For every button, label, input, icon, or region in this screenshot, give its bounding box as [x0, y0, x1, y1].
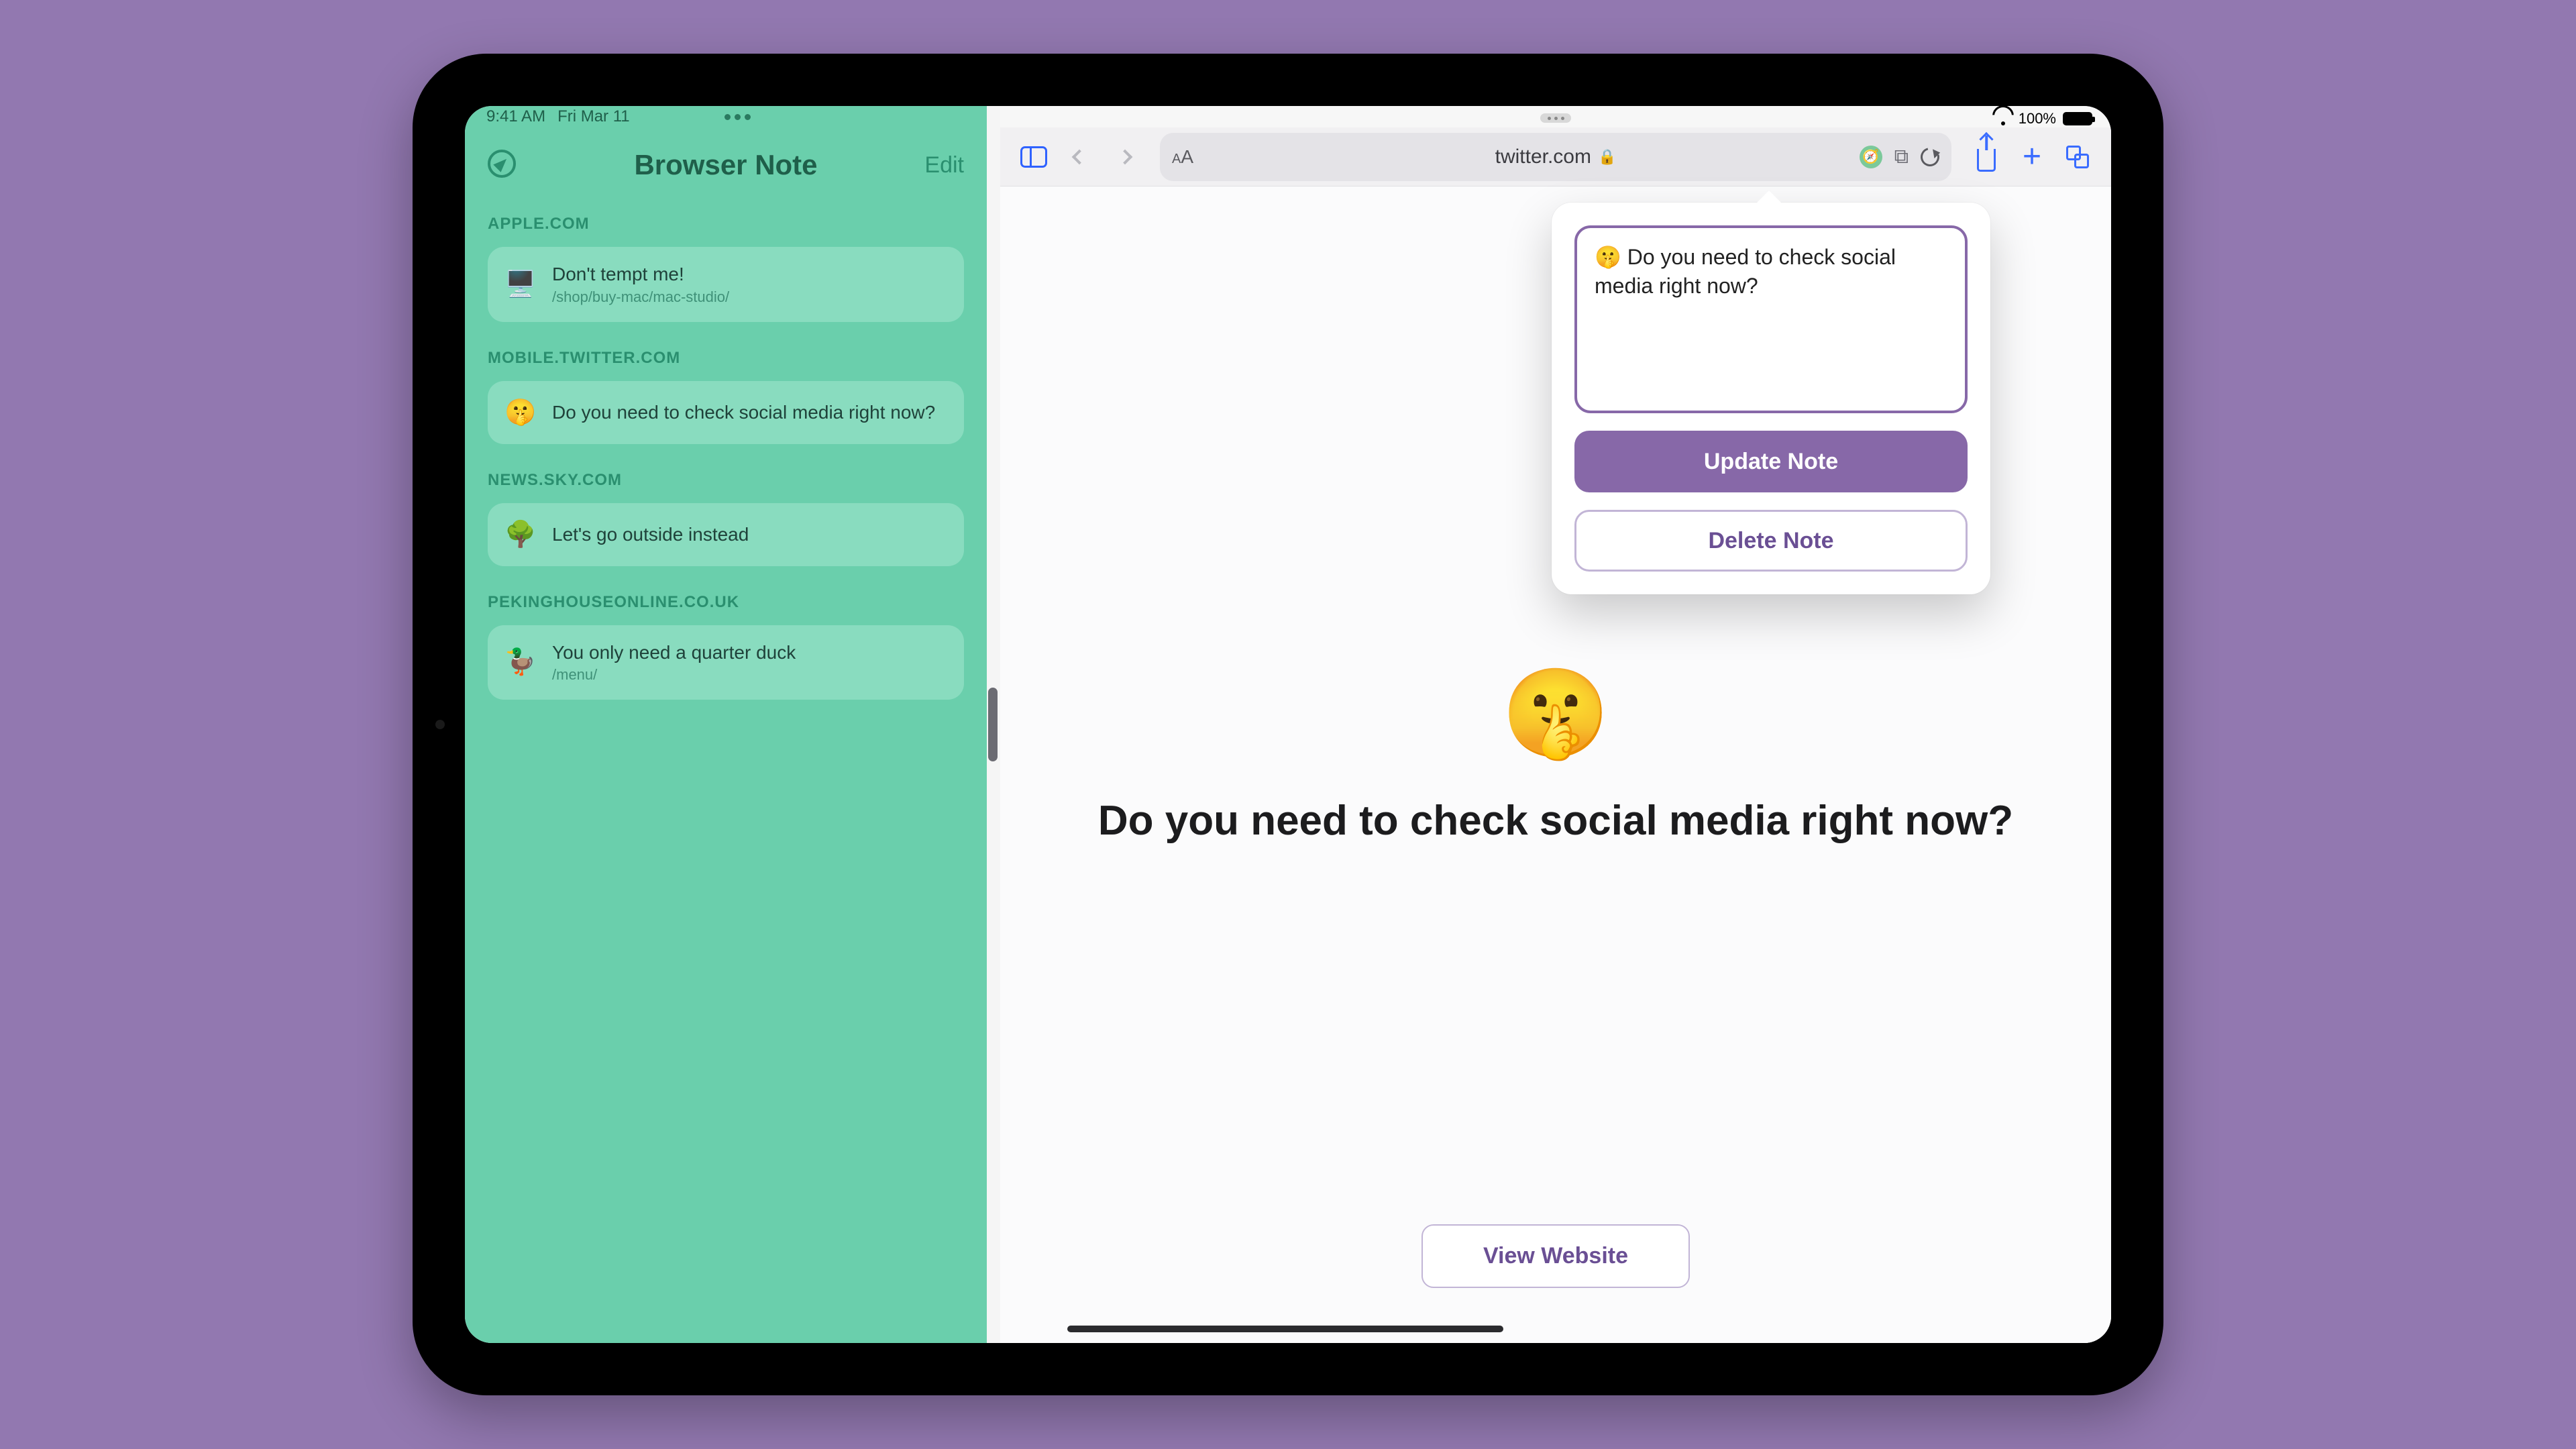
- app-header: Browser Note Edit: [465, 125, 987, 195]
- note-emoji-icon: 🌳: [505, 519, 536, 550]
- section-header: PEKINGHOUSEONLINE.CO.UK: [488, 593, 964, 612]
- section-header: NEWS.SKY.COM: [488, 471, 964, 490]
- note-textarea[interactable]: [1574, 225, 1968, 413]
- sidebar-toggle-icon: [1020, 146, 1047, 168]
- url-bar[interactable]: AA twitter.com 🔒 🧭 ⧉: [1160, 133, 1951, 181]
- lock-icon: 🔒: [1598, 148, 1616, 166]
- app-compass-icon[interactable]: [488, 150, 516, 178]
- note-card[interactable]: 🤫 Do you need to check social media righ…: [488, 381, 964, 444]
- note-title: You only need a quarter duck: [552, 641, 796, 664]
- page-headline: Do you need to check social media right …: [1098, 797, 2013, 845]
- plus-icon: +: [2023, 141, 2041, 173]
- status-date: Fri Mar 11: [557, 107, 630, 126]
- share-icon: [1977, 149, 1996, 172]
- chevron-left-icon: [1072, 149, 1087, 164]
- notes-list: APPLE.COM 🖥️ Don't tempt me! /shop/buy-m…: [465, 195, 987, 705]
- page-emoji-icon: 🤫: [1501, 669, 1610, 757]
- url-text: twitter.com 🔒: [1495, 146, 1617, 168]
- chevron-right-icon: [1118, 149, 1133, 164]
- status-bar-right: 100%: [1000, 106, 2111, 127]
- safari-browser: 100% AA twitter.com 🔒: [1000, 106, 2111, 1343]
- multitasking-dots-icon[interactable]: [1540, 113, 1571, 123]
- note-emoji-icon: 🦆: [505, 647, 536, 678]
- edit-button[interactable]: Edit: [910, 152, 964, 178]
- note-card[interactable]: 🌳 Let's go outside instead: [488, 503, 964, 566]
- browser-note-app: 9:41 AM Fri Mar 11 Browser Note Edit APP…: [465, 106, 987, 1343]
- home-indicator[interactable]: [1067, 1326, 1503, 1332]
- battery-icon: [2063, 112, 2092, 125]
- sidebar-toggle-button[interactable]: [1015, 138, 1053, 176]
- note-emoji-icon: 🖥️: [505, 269, 536, 300]
- section-header: APPLE.COM: [488, 215, 964, 233]
- safari-page-content: 🤫 Do you need to check social media righ…: [1000, 186, 2111, 1343]
- battery-percentage: 100%: [2019, 110, 2056, 127]
- status-time: 9:41 AM: [486, 107, 545, 126]
- reload-button[interactable]: [1917, 144, 1943, 169]
- share-button[interactable]: [1968, 138, 2005, 176]
- update-note-button[interactable]: Update Note: [1574, 431, 1968, 492]
- reader-aa-button[interactable]: AA: [1172, 146, 1193, 168]
- note-card[interactable]: 🖥️ Don't tempt me! /shop/buy-mac/mac-stu…: [488, 247, 964, 322]
- new-tab-button[interactable]: +: [2013, 138, 2051, 176]
- ipad-screen: 9:41 AM Fri Mar 11 Browser Note Edit APP…: [465, 106, 2111, 1343]
- view-website-button[interactable]: View Website: [1421, 1224, 1690, 1288]
- safari-toolbar: AA twitter.com 🔒 🧭 ⧉ +: [1000, 127, 2111, 186]
- note-subtitle: /menu/: [552, 666, 796, 684]
- delete-note-button[interactable]: Delete Note: [1574, 510, 1968, 572]
- back-button[interactable]: [1061, 138, 1098, 176]
- note-title: Let's go outside instead: [552, 523, 749, 546]
- note-card[interactable]: 🦆 You only need a quarter duck /menu/: [488, 625, 964, 700]
- extension-popover: Update Note Delete Note: [1552, 203, 1990, 594]
- ipad-camera: [435, 720, 445, 729]
- split-view-resize-handle[interactable]: [988, 688, 998, 761]
- wifi-icon: [1994, 112, 2012, 125]
- note-title: Do you need to check social media right …: [552, 401, 935, 424]
- extensions-puzzle-icon[interactable]: ⧉: [1894, 146, 1909, 168]
- status-bar-left: 9:41 AM Fri Mar 11: [465, 106, 987, 125]
- note-title: Don't tempt me!: [552, 263, 729, 286]
- ipad-device-frame: 9:41 AM Fri Mar 11 Browser Note Edit APP…: [413, 54, 2163, 1395]
- tabs-grid-icon: [2066, 146, 2089, 168]
- app-title: Browser Note: [634, 149, 817, 181]
- forward-button[interactable]: [1106, 138, 1144, 176]
- extension-compass-icon[interactable]: 🧭: [1860, 146, 1882, 168]
- note-emoji-icon: 🤫: [505, 397, 536, 428]
- note-subtitle: /shop/buy-mac/mac-studio/: [552, 288, 729, 306]
- multitasking-dots-icon[interactable]: [724, 114, 751, 120]
- section-header: MOBILE.TWITTER.COM: [488, 349, 964, 368]
- tab-overview-button[interactable]: [2059, 138, 2096, 176]
